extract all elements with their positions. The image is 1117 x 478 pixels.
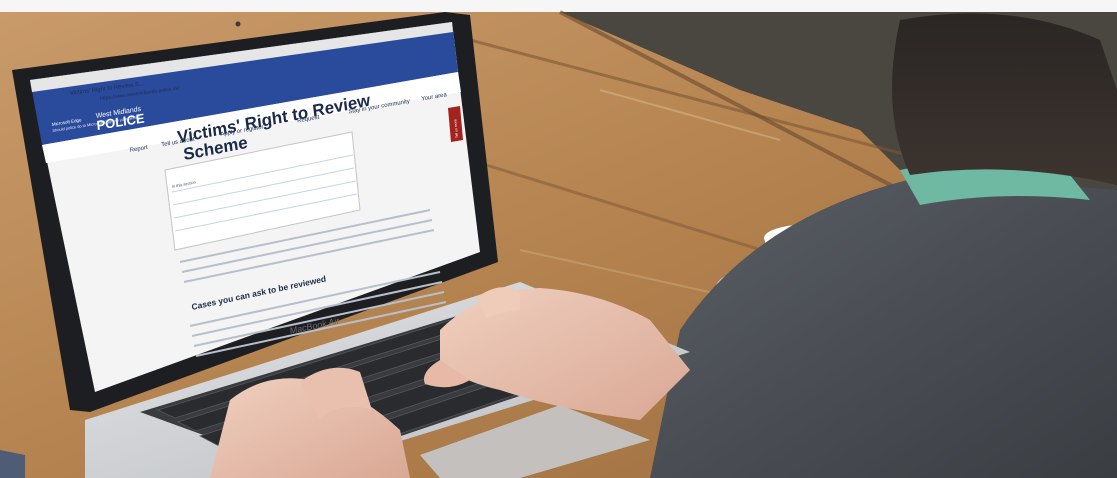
laptop-screen-content: Victims' Right to Review S... https://ww… (52, 81, 459, 336)
photo-stage: Victims' Right to Review S... https://ww… (0, 0, 1117, 478)
side-tab-label: Tell us more (453, 119, 459, 138)
contents-label: In this section (172, 179, 197, 189)
nav-report: Report (130, 145, 149, 154)
laptop-brand-label: MacBook Air (290, 315, 340, 336)
section-heading: Cases you can ask to be reviewed (191, 274, 327, 312)
page-title-line1: Victims' Right to Review (176, 90, 372, 146)
nav-your-area: Your area (421, 92, 448, 103)
